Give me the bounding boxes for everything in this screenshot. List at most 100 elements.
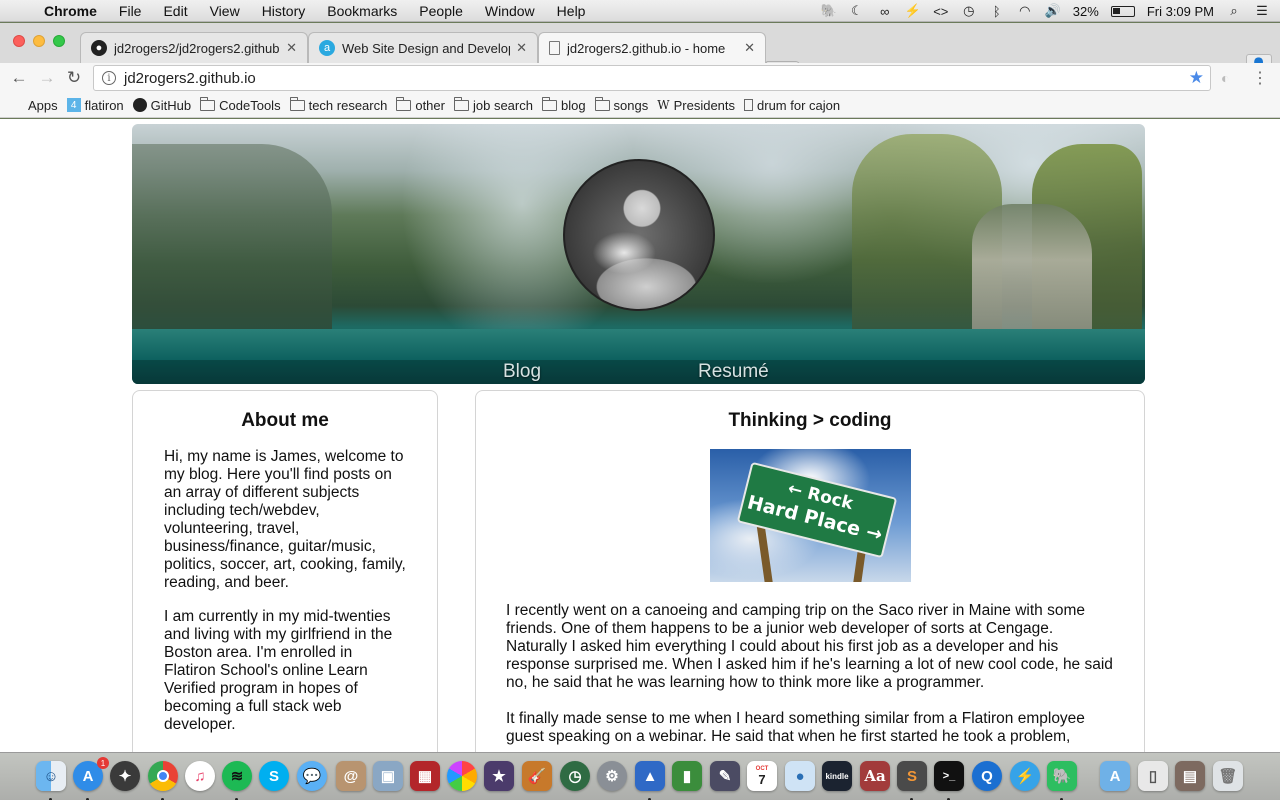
bookmark-folder-other[interactable]: other <box>396 96 445 113</box>
hero-banner: Blog Resumé <box>132 124 1145 384</box>
chrome-icon[interactable] <box>148 761 178 791</box>
tab-title: Web Site Design and Development <box>342 40 510 56</box>
menu-bookmarks[interactable]: Bookmarks <box>316 3 408 19</box>
close-icon[interactable]: ✕ <box>744 40 755 56</box>
menu-people[interactable]: People <box>408 3 474 19</box>
menubar-clock[interactable]: Fri 3:09 PM <box>1147 4 1214 19</box>
menu-window[interactable]: Window <box>474 3 546 19</box>
lightning-app-icon[interactable]: ⚡ <box>1010 761 1040 791</box>
time-machine-icon[interactable]: ◷ <box>560 761 590 791</box>
hero-nav-bar <box>132 360 1145 384</box>
dictionary-icon[interactable]: Aa <box>860 761 890 791</box>
itunes-icon[interactable]: ♫ <box>185 761 215 791</box>
window-zoom-button[interactable] <box>53 35 65 47</box>
calendar-icon[interactable]: OCT 7 <box>747 761 777 791</box>
photo-booth-icon[interactable]: ▦ <box>410 761 440 791</box>
keynote-icon[interactable]: ▲ <box>635 761 665 791</box>
extension-icon[interactable]: ◐ <box>1221 70 1229 86</box>
tab-title: jd2rogers2.github.io - home <box>567 40 726 56</box>
imovie-icon[interactable]: ★ <box>484 761 514 791</box>
bookmark-folder-songs[interactable]: songs <box>594 96 648 113</box>
trash-icon[interactable]: 🗑 <box>1213 761 1243 791</box>
downloads-icon[interactable]: ▤ <box>1175 761 1205 791</box>
terminal-icon[interactable]: >_ <box>934 761 964 791</box>
post-paragraph: I recently went on a canoeing and campin… <box>506 602 1113 691</box>
lightning-status-icon[interactable]: ⚡ <box>905 3 921 18</box>
documents-icon[interactable]: ▯ <box>1138 761 1168 791</box>
bookmark-folder-blog[interactable]: blog <box>541 96 586 113</box>
quicktime-icon[interactable]: Q <box>972 761 1002 791</box>
a-circle-icon: a <box>319 40 335 56</box>
nav-link-resume[interactable]: Resumé <box>698 361 769 383</box>
window-close-button[interactable] <box>13 35 25 47</box>
launchpad-icon[interactable]: ✦ <box>110 761 140 791</box>
window-minimize-button[interactable] <box>33 35 45 47</box>
bookmark-folder-tech-research[interactable]: tech research <box>289 96 387 113</box>
nav-link-blog[interactable]: Blog <box>503 361 541 383</box>
page-icon <box>744 99 754 111</box>
numbers-icon[interactable]: ▮ <box>672 761 702 791</box>
bookmark-folder-job-search[interactable]: job search <box>453 96 533 113</box>
close-icon[interactable]: ✕ <box>516 40 527 56</box>
spotify-icon[interactable]: ≋ <box>222 761 252 791</box>
mac-dock: ☺ A 1 ✦ ♫ ≋ S 💬 @ ▣ ▦ ★ 🎸 ◷ ⚙ ▲ ▮ ✎ OCT 7… <box>0 752 1280 800</box>
photos-icon[interactable] <box>447 761 477 791</box>
tab-web-design[interactable]: a Web Site Design and Development ✕ <box>308 32 538 63</box>
skype-icon[interactable]: S <box>259 761 289 791</box>
address-bar[interactable]: i jd2rogers2.github.io ★ <box>93 65 1211 91</box>
evernote-icon[interactable]: 🐘 <box>1047 761 1077 791</box>
evernote-status-icon[interactable]: 🐘 <box>821 3 837 18</box>
back-arrow-icon[interactable]: ← <box>8 67 30 89</box>
notification-center-icon[interactable]: ☰ <box>1254 3 1270 18</box>
battery-icon[interactable] <box>1110 5 1135 17</box>
menu-view[interactable]: View <box>199 3 251 19</box>
pixelmator-icon[interactable]: ✎ <box>710 761 740 791</box>
finder-icon[interactable]: ☺ <box>36 761 66 791</box>
tab-github[interactable]: ● jd2rogers2/jd2rogers2.github.io ✕ <box>80 32 308 63</box>
site-info-icon[interactable]: i <box>102 71 116 85</box>
rock-hard-place-sign-image: ← Rock Hard Place → <box>709 449 911 582</box>
bookmark-folder-codetools[interactable]: CodeTools <box>200 96 281 113</box>
bookmark-flatiron[interactable]: 4 flatiron <box>66 98 124 113</box>
chrome-menu-icon[interactable]: ⋮ <box>1252 68 1268 88</box>
infinity-status-icon[interactable]: ∞ <box>877 4 893 19</box>
brain-app-icon[interactable]: ● <box>785 761 815 791</box>
reload-icon[interactable]: ↻ <box>63 67 85 89</box>
forward-arrow-icon[interactable]: → <box>36 67 58 89</box>
url-text[interactable]: jd2rogers2.github.io <box>124 70 1189 87</box>
bookmark-presidents[interactable]: W Presidents <box>657 98 735 113</box>
bookmark-drum-for-cajon[interactable]: drum for cajon <box>744 98 840 113</box>
kindle-icon[interactable]: kindle <box>822 761 852 791</box>
folder-icon <box>541 96 557 111</box>
menu-file[interactable]: File <box>108 3 153 19</box>
bookmark-github[interactable]: GitHub <box>132 98 191 113</box>
moon-status-icon[interactable]: ☾ <box>849 3 865 18</box>
preview-icon[interactable]: ▣ <box>373 761 403 791</box>
close-icon[interactable]: ✕ <box>286 40 297 56</box>
web-page: Blog Resumé About me Hi, my name is Jame… <box>0 119 1280 752</box>
post-title[interactable]: Thinking > coding <box>476 410 1144 432</box>
spotlight-search-icon[interactable]: ⌕ <box>1226 3 1242 18</box>
code-brackets-icon[interactable]: <> <box>933 4 949 19</box>
folder-icon <box>594 96 610 111</box>
menu-history[interactable]: History <box>251 3 317 19</box>
garageband-icon[interactable]: 🎸 <box>522 761 552 791</box>
sublime-text-icon[interactable]: S <box>897 761 927 791</box>
contacts-icon[interactable]: @ <box>336 761 366 791</box>
calendar-date: 7 <box>758 771 766 787</box>
messages-icon[interactable]: 💬 <box>297 761 327 791</box>
menu-edit[interactable]: Edit <box>152 3 198 19</box>
bookmark-apps[interactable]: Apps <box>12 98 58 113</box>
wifi-icon[interactable]: ◠ <box>1017 3 1033 18</box>
time-machine-status-icon[interactable]: ◷ <box>961 3 977 18</box>
menu-help[interactable]: Help <box>546 3 597 19</box>
system-preferences-icon[interactable]: ⚙ <box>597 761 627 791</box>
bookmark-star-icon[interactable]: ★ <box>1189 68 1204 88</box>
volume-icon[interactable]: 🔊 <box>1045 3 1061 18</box>
menu-app-name[interactable]: Chrome <box>40 3 108 19</box>
applications-folder-icon[interactable]: A <box>1100 761 1130 791</box>
tab-home-active[interactable]: jd2rogers2.github.io - home ✕ <box>538 32 766 63</box>
tab-strip: ● jd2rogers2/jd2rogers2.github.io ✕ a We… <box>0 23 1280 79</box>
bookmarks-bar: Apps 4 flatiron GitHub CodeTools tech re… <box>0 93 1280 118</box>
bluetooth-icon[interactable]: ᛒ <box>989 4 1005 19</box>
